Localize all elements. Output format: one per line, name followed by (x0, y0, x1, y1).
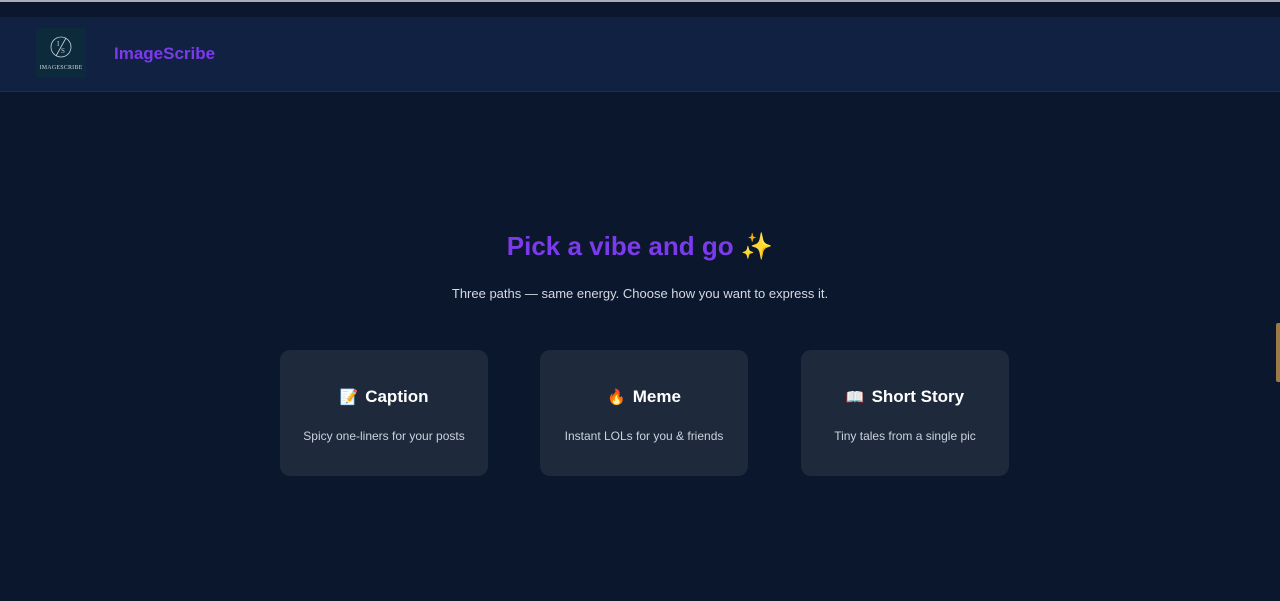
card-title: 📝 Caption (280, 386, 488, 409)
card-description: Tiny tales from a single pic (834, 429, 976, 443)
caption-card[interactable]: 📝 Caption Spicy one-liners for your posts (280, 350, 488, 476)
memo-icon: 📝 (339, 389, 359, 406)
top-spacer (0, 2, 1280, 17)
page-title: Pick a vibe and go ✨ (506, 231, 774, 261)
page-subtitle: Three paths — same energy. Choose how yo… (451, 286, 829, 301)
site-header: I S IMAGESCRIBE ImageScribe (0, 17, 1280, 92)
card-description: Instant LOLs for you & friends (564, 429, 724, 443)
logo-text: IMAGESCRIBE (39, 65, 83, 71)
card-title: 📖 Short Story (801, 386, 1009, 409)
side-drawer-tab[interactable] (1276, 323, 1280, 382)
brand-link[interactable]: ImageScribe (114, 44, 215, 64)
svg-text:S: S (61, 47, 65, 55)
logo[interactable]: I S IMAGESCRIBE (36, 28, 86, 78)
card-title: 🔥 Meme (540, 386, 748, 409)
card-title-text: Caption (365, 387, 429, 406)
card-description: Spicy one-liners for your posts (303, 429, 465, 443)
open-book-icon: 📖 (845, 389, 865, 406)
card-title-text: Meme (632, 387, 681, 406)
svg-text:I: I (57, 40, 60, 48)
card-title-text: Short Story (871, 387, 965, 406)
fire-icon: 🔥 (607, 389, 626, 406)
short-story-card[interactable]: 📖 Short Story Tiny tales from a single pi… (801, 350, 1009, 476)
meme-card[interactable]: 🔥 Meme Instant LOLs for you & friends (540, 350, 748, 476)
